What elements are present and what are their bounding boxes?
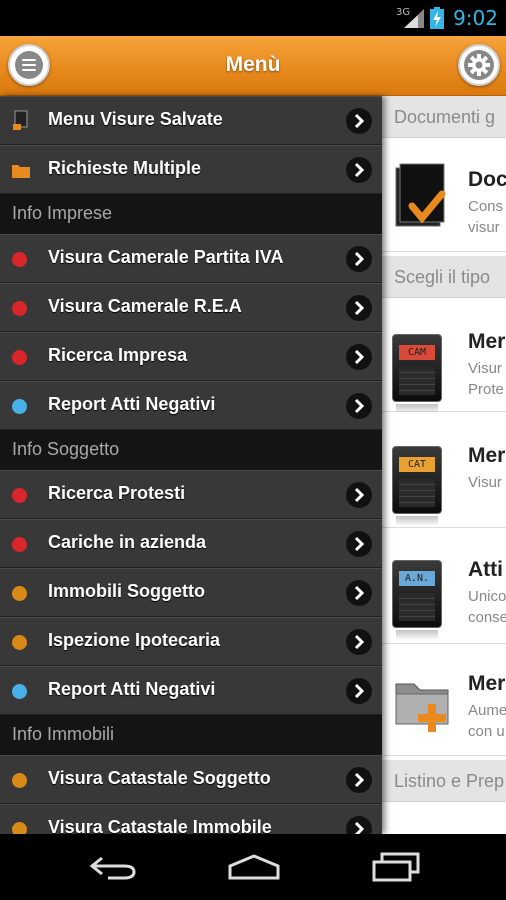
action-bar: Menù: [0, 36, 506, 96]
red-dot-icon: [12, 350, 27, 365]
system-nav-bar: [0, 834, 506, 900]
chevron-right-icon: [346, 108, 372, 134]
card-desc: conse: [468, 609, 506, 626]
chevron-right-icon: [346, 393, 372, 419]
card-title: Mer: [468, 444, 506, 467]
drawer-item-label: Cariche in azienda: [48, 532, 207, 552]
drawer-item-label: Report Atti Negativi: [48, 394, 216, 414]
phone-an-icon: A.N.: [392, 560, 442, 628]
chevron-right-icon: [346, 580, 372, 606]
drawer-item-label: Ricerca Protesti: [48, 483, 186, 503]
drawer-item-ricerca-protesti[interactable]: Ricerca Protesti: [0, 470, 382, 519]
drawer-item-richieste-multiple[interactable]: Richieste Multiple: [0, 145, 382, 194]
card-atti[interactable]: A.N. Atti Unico conse: [382, 530, 506, 644]
drawer-item-label: Richieste Multiple: [48, 158, 202, 178]
gear-icon: [464, 50, 494, 80]
chevron-right-icon: [346, 816, 372, 834]
drawer-item-label: Visura Catastale Soggetto: [48, 768, 271, 788]
home-icon[interactable]: [226, 852, 282, 882]
saved-icon: [13, 110, 28, 130]
signal-icon: [404, 9, 424, 28]
drawer-item-visura-camerale-rea[interactable]: Visura Camerale R.E.A: [0, 283, 382, 332]
chevron-right-icon: [346, 246, 372, 272]
section-header-info-immobili: Info Immobili: [0, 715, 382, 755]
folder-icon: [12, 165, 30, 178]
blue-dot-icon: [12, 684, 27, 699]
drawer-item-label: Report Atti Negativi: [48, 679, 216, 699]
orange-dot-icon: [12, 586, 27, 601]
clock: 9:02: [453, 6, 498, 30]
drawer-item-cariche-in-azienda[interactable]: Cariche in azienda: [0, 519, 382, 568]
main-content: Documenti g Doc Cons visur Scegli il tip…: [382, 96, 506, 834]
card-desc: con u: [468, 723, 505, 740]
orange-dot-icon: [12, 773, 27, 788]
chevron-right-icon: [346, 295, 372, 321]
chevron-right-icon: [346, 767, 372, 793]
card-title: Mer: [468, 672, 506, 695]
drawer-item-immobili-soggetto[interactable]: Immobili Soggetto: [0, 568, 382, 617]
chevron-right-icon: [346, 629, 372, 655]
drawer-item-label: Menu Visure Salvate: [48, 109, 223, 129]
card-desc: Visur: [468, 474, 502, 491]
badge-label: CAT: [399, 457, 435, 472]
drawer-item-label: Visura Catastale Immobile: [48, 817, 272, 834]
card-menu-add[interactable]: Mer Aume con u: [382, 646, 506, 756]
badge-label: A.N.: [399, 571, 435, 586]
card-desc: Prote: [468, 381, 504, 398]
card-title: Atti: [468, 558, 503, 581]
section-header-listino: Listino e Prep: [382, 760, 506, 802]
drawer-item-label: Visura Camerale R.E.A: [48, 296, 242, 316]
drawer-item-label: Ricerca Impresa: [48, 345, 188, 365]
card-desc: Unico: [468, 588, 506, 605]
drawer-item-visura-catastale-immobile[interactable]: Visura Catastale Immobile: [0, 804, 382, 834]
blue-dot-icon: [12, 399, 27, 414]
card-desc: visur: [468, 219, 500, 236]
drawer-item-label: Immobili Soggetto: [48, 581, 205, 601]
document-check-icon: [395, 163, 446, 227]
card-desc: Aume: [468, 702, 506, 719]
red-dot-icon: [12, 252, 27, 267]
page-title: Menù: [225, 53, 281, 76]
orange-dot-icon: [12, 635, 27, 650]
chevron-right-icon: [346, 482, 372, 508]
chevron-right-icon: [346, 531, 372, 557]
battery-charging-icon: [430, 7, 444, 29]
badge-label: CAM: [399, 345, 435, 360]
drawer-item-ricerca-impresa[interactable]: Ricerca Impresa: [0, 332, 382, 381]
recent-apps-icon[interactable]: [370, 852, 422, 882]
chevron-right-icon: [346, 157, 372, 183]
drawer-item-visura-catastale-soggetto[interactable]: Visura Catastale Soggetto: [0, 755, 382, 804]
section-header-choose-type: Scegli il tipo: [382, 256, 506, 298]
drawer-item-label: Ispezione Ipotecaria: [48, 630, 221, 650]
phone-cam-icon: CAM: [392, 334, 442, 402]
folder-add-icon: [395, 683, 449, 732]
red-dot-icon: [12, 301, 27, 316]
red-dot-icon: [12, 488, 27, 503]
red-dot-icon: [12, 537, 27, 552]
card-desc: Cons: [468, 198, 504, 215]
card-desc: Visur: [468, 360, 502, 377]
card-menu-cam[interactable]: CAM Mer Visur Prote: [382, 298, 506, 414]
section-header-info-soggetto: Info Soggetto: [0, 430, 382, 470]
drawer-item-ispezione-ipotecaria[interactable]: Ispezione Ipotecaria: [0, 617, 382, 666]
drawer-item-visura-camerale-partita-iva[interactable]: Visura Camerale Partita IVA: [0, 234, 382, 283]
drawer-item-report-atti-negativi[interactable]: Report Atti Negativi: [0, 381, 382, 430]
settings-button[interactable]: [458, 44, 500, 86]
card-title: Doc: [468, 168, 506, 191]
chevron-right-icon: [346, 344, 372, 370]
orange-dot-icon: [12, 822, 27, 834]
back-icon[interactable]: [88, 852, 138, 882]
chevron-right-icon: [346, 678, 372, 704]
drawer-item-report-atti-negativi-soggetto[interactable]: Report Atti Negativi: [0, 666, 382, 715]
card-documents[interactable]: Doc Cons visur: [382, 138, 506, 252]
status-bar: 3G 9:02: [0, 0, 506, 36]
drawer-item-label: Visura Camerale Partita IVA: [48, 247, 284, 267]
drawer-item-menu-visure-salvate[interactable]: Menu Visure Salvate: [0, 96, 382, 145]
section-header-documents: Documenti g: [382, 96, 506, 138]
card-menu-cat[interactable]: CAT Mer Visur: [382, 414, 506, 528]
phone-cat-icon: CAT: [392, 446, 442, 514]
navigation-drawer: Menu Visure Salvate Richieste Multiple I…: [0, 96, 382, 834]
section-header-info-imprese: Info Imprese: [0, 194, 382, 234]
card-title: Mer: [468, 330, 506, 353]
